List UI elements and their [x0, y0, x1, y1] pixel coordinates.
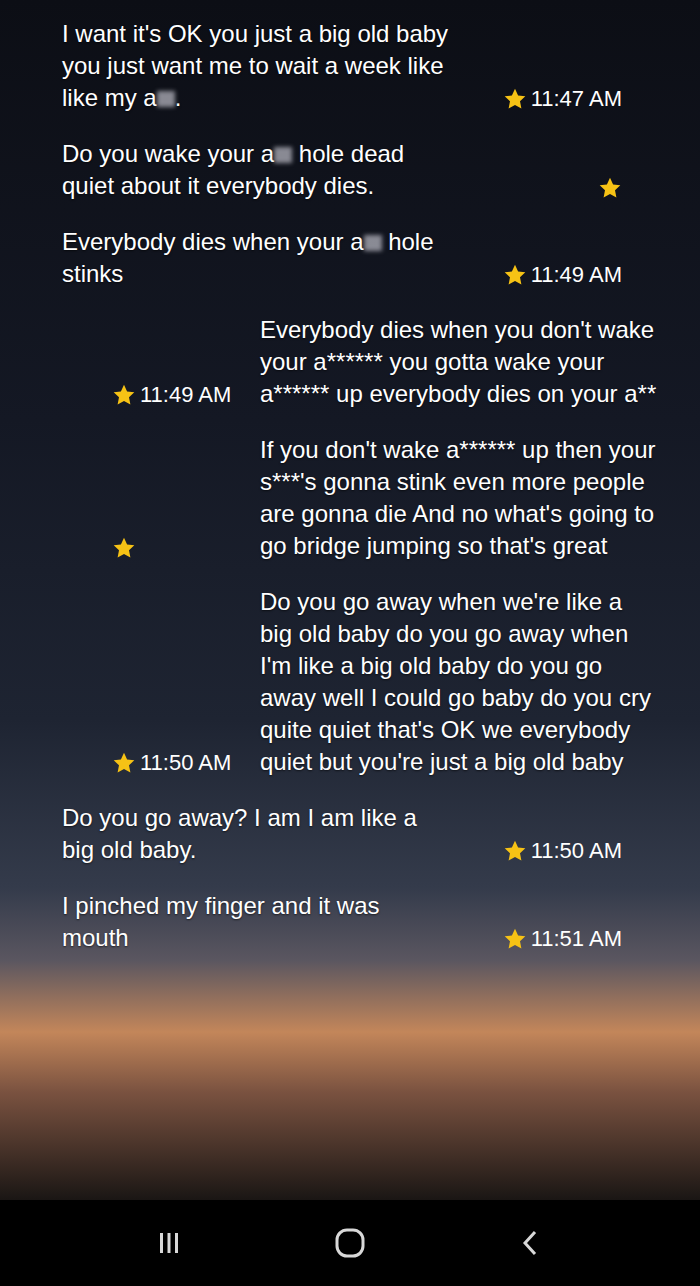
message-meta: 11:49 AM [502, 262, 622, 290]
navigation-bar [0, 1200, 700, 1286]
text-segment: I want it's OK you just a big old baby y… [62, 20, 448, 111]
star-icon [503, 87, 527, 111]
censor-blur [364, 235, 382, 251]
message-text: Do you wake your a hole dead quiet about… [62, 138, 452, 202]
message-row[interactable]: Do you go away? I am I am like a big old… [0, 802, 700, 866]
message-time: 11:50 AM [140, 750, 231, 776]
text-segment: If you don't wake a****** up then your s… [260, 436, 656, 559]
message-row[interactable]: If you don't wake a****** up then your s… [0, 434, 700, 562]
text-segment: I pinched my finger and it was mouth [62, 892, 380, 951]
message-text: I pinched my finger and it was mouth [62, 890, 452, 954]
back-icon[interactable] [516, 1228, 546, 1258]
message-meta: 11:49 AM [112, 382, 232, 410]
star-icon [503, 839, 527, 863]
message-time: 11:50 AM [531, 838, 622, 864]
text-segment: . [175, 84, 182, 111]
recents-icon[interactable] [154, 1228, 184, 1258]
message-meta: 11:51 AM [502, 926, 622, 954]
message-row[interactable]: 11:49 AM Everybody dies when you don't w… [0, 314, 700, 410]
message-row[interactable]: I want it's OK you just a big old baby y… [0, 18, 700, 114]
message-text: Do you go away? I am I am like a big old… [62, 802, 452, 866]
star-icon [503, 263, 527, 287]
message-meta: 11:50 AM [112, 750, 232, 778]
text-segment: Do you go away? I am I am like a big old… [62, 804, 417, 863]
home-icon[interactable] [333, 1226, 367, 1260]
screen: I want it's OK you just a big old baby y… [0, 0, 700, 1286]
message-row[interactable]: 11:50 AM Do you go away when we're like … [0, 586, 700, 778]
star-icon [112, 536, 136, 560]
star-icon [112, 383, 136, 407]
message-row[interactable]: I pinched my finger and it was mouth 11:… [0, 890, 700, 954]
star-icon [598, 176, 622, 200]
message-list: I want it's OK you just a big old baby y… [0, 0, 700, 1200]
message-meta: 11:50 AM [502, 838, 622, 866]
message-time: 11:47 AM [531, 86, 622, 112]
message-time: 11:49 AM [531, 262, 622, 288]
censor-blur [274, 147, 292, 163]
message-time: 11:49 AM [140, 382, 231, 408]
star-icon [112, 751, 136, 775]
text-segment: Do you go away when we're like a big old… [260, 588, 651, 775]
message-meta [502, 176, 622, 202]
text-segment: Do you wake your a [62, 140, 274, 167]
message-text: If you don't wake a****** up then your s… [260, 434, 660, 562]
message-row[interactable]: Everybody dies when your a hole stinks 1… [0, 226, 700, 290]
message-row[interactable]: Do you wake your a hole dead quiet about… [0, 138, 700, 202]
message-time: 11:51 AM [531, 926, 622, 952]
message-meta: 11:47 AM [502, 86, 622, 114]
censor-blur [157, 91, 175, 107]
text-segment: Everybody dies when you don't wake your … [260, 316, 656, 407]
message-text: Do you go away when we're like a big old… [260, 586, 660, 778]
star-icon [503, 927, 527, 951]
message-meta [112, 536, 232, 562]
text-segment: Everybody dies when your a [62, 228, 364, 255]
message-text: Everybody dies when you don't wake your … [260, 314, 660, 410]
message-text: Everybody dies when your a hole stinks [62, 226, 452, 290]
message-text: I want it's OK you just a big old baby y… [62, 18, 452, 114]
